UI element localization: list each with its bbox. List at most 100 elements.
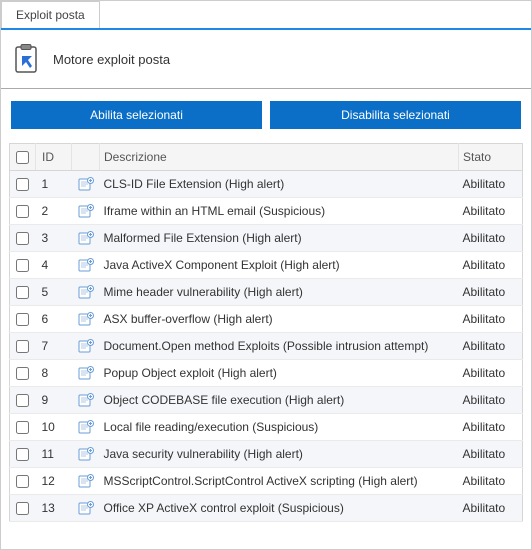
disable-selected-button[interactable]: Disabilita selezionati: [270, 101, 521, 129]
table-row[interactable]: 10 Local file reading/execution (Suspici…: [10, 414, 523, 441]
row-status: Abilitato: [459, 225, 523, 252]
row-checkbox-cell: [10, 198, 36, 225]
select-all-checkbox[interactable]: [16, 151, 29, 164]
table-row[interactable]: 12 MSScriptControl.ScriptControl ActiveX…: [10, 468, 523, 495]
clipboard-exploit-icon: [13, 44, 39, 74]
row-icon-cell: [72, 414, 100, 441]
row-status: Abilitato: [459, 387, 523, 414]
row-description: Popup Object exploit (High alert): [100, 360, 459, 387]
exploit-table: ID Descrizione Stato 1 CLS-ID File Exten…: [9, 143, 523, 522]
exploit-item-icon: [78, 285, 94, 299]
exploit-item-icon: [78, 312, 94, 326]
row-icon-cell: [72, 387, 100, 414]
row-icon-cell: [72, 171, 100, 198]
row-status: Abilitato: [459, 279, 523, 306]
exploit-item-icon: [78, 177, 94, 191]
table-row[interactable]: 3 Malformed File Extension (High alert)A…: [10, 225, 523, 252]
header-description[interactable]: Descrizione: [100, 144, 459, 171]
exploit-item-icon: [78, 393, 94, 407]
row-description: Java security vulnerability (High alert): [100, 441, 459, 468]
exploit-item-icon: [78, 339, 94, 353]
row-id: 3: [36, 225, 72, 252]
row-description: Document.Open method Exploits (Possible …: [100, 333, 459, 360]
row-id: 4: [36, 252, 72, 279]
row-status: Abilitato: [459, 306, 523, 333]
exploit-item-icon: [78, 204, 94, 218]
row-checkbox-cell: [10, 252, 36, 279]
page-title: Motore exploit posta: [53, 52, 170, 67]
header-panel: Motore exploit posta: [1, 30, 531, 89]
row-checkbox-cell: [10, 441, 36, 468]
row-checkbox[interactable]: [16, 475, 29, 488]
row-checkbox[interactable]: [16, 286, 29, 299]
table-row[interactable]: 9 Object CODEBASE file execution (High a…: [10, 387, 523, 414]
row-icon-cell: [72, 333, 100, 360]
row-checkbox-cell: [10, 495, 36, 522]
table-row[interactable]: 11 Java security vulnerability (High ale…: [10, 441, 523, 468]
row-checkbox[interactable]: [16, 178, 29, 191]
row-description: Malformed File Extension (High alert): [100, 225, 459, 252]
row-status: Abilitato: [459, 171, 523, 198]
row-status: Abilitato: [459, 198, 523, 225]
row-icon-cell: [72, 252, 100, 279]
row-checkbox[interactable]: [16, 259, 29, 272]
header-id[interactable]: ID: [36, 144, 72, 171]
row-description: Iframe within an HTML email (Suspicious): [100, 198, 459, 225]
row-checkbox[interactable]: [16, 367, 29, 380]
row-icon-cell: [72, 198, 100, 225]
row-checkbox[interactable]: [16, 421, 29, 434]
row-id: 12: [36, 468, 72, 495]
table-row[interactable]: 6 ASX buffer-overflow (High alert)Abilit…: [10, 306, 523, 333]
row-id: 11: [36, 441, 72, 468]
table-header-row: ID Descrizione Stato: [10, 144, 523, 171]
row-description: Object CODEBASE file execution (High ale…: [100, 387, 459, 414]
row-icon-cell: [72, 225, 100, 252]
row-checkbox-cell: [10, 468, 36, 495]
exploit-item-icon: [78, 231, 94, 245]
row-checkbox[interactable]: [16, 313, 29, 326]
exploit-table-wrap: ID Descrizione Stato 1 CLS-ID File Exten…: [1, 143, 531, 522]
header-status[interactable]: Stato: [459, 144, 523, 171]
table-row[interactable]: 4 Java ActiveX Component Exploit (High a…: [10, 252, 523, 279]
row-status: Abilitato: [459, 414, 523, 441]
table-row[interactable]: 1 CLS-ID File Extension (High alert)Abil…: [10, 171, 523, 198]
row-id: 7: [36, 333, 72, 360]
row-checkbox[interactable]: [16, 502, 29, 515]
row-id: 10: [36, 414, 72, 441]
row-id: 5: [36, 279, 72, 306]
row-checkbox[interactable]: [16, 394, 29, 407]
row-description: Java ActiveX Component Exploit (High ale…: [100, 252, 459, 279]
row-icon-cell: [72, 468, 100, 495]
header-select-all: [10, 144, 36, 171]
table-row[interactable]: 8 Popup Object exploit (High alert)Abili…: [10, 360, 523, 387]
row-id: 13: [36, 495, 72, 522]
tab-exploit-posta[interactable]: Exploit posta: [1, 1, 100, 28]
row-checkbox-cell: [10, 171, 36, 198]
row-checkbox-cell: [10, 387, 36, 414]
exploit-item-icon: [78, 501, 94, 515]
row-checkbox-cell: [10, 225, 36, 252]
row-description: Local file reading/execution (Suspicious…: [100, 414, 459, 441]
row-icon-cell: [72, 306, 100, 333]
enable-selected-button[interactable]: Abilita selezionati: [11, 101, 262, 129]
exploit-item-icon: [78, 420, 94, 434]
row-icon-cell: [72, 279, 100, 306]
row-checkbox-cell: [10, 360, 36, 387]
row-status: Abilitato: [459, 495, 523, 522]
row-status: Abilitato: [459, 468, 523, 495]
row-checkbox[interactable]: [16, 232, 29, 245]
table-row[interactable]: 2 Iframe within an HTML email (Suspiciou…: [10, 198, 523, 225]
row-icon-cell: [72, 360, 100, 387]
table-row[interactable]: 7 Document.Open method Exploits (Possibl…: [10, 333, 523, 360]
row-description: MSScriptControl.ScriptControl ActiveX sc…: [100, 468, 459, 495]
table-row[interactable]: 5 Mime header vulnerability (High alert)…: [10, 279, 523, 306]
row-checkbox[interactable]: [16, 340, 29, 353]
row-checkbox[interactable]: [16, 448, 29, 461]
row-checkbox-cell: [10, 306, 36, 333]
row-status: Abilitato: [459, 333, 523, 360]
row-icon-cell: [72, 441, 100, 468]
row-checkbox[interactable]: [16, 205, 29, 218]
row-icon-cell: [72, 495, 100, 522]
row-description: Mime header vulnerability (High alert): [100, 279, 459, 306]
table-row[interactable]: 13 Office XP ActiveX control exploit (Su…: [10, 495, 523, 522]
